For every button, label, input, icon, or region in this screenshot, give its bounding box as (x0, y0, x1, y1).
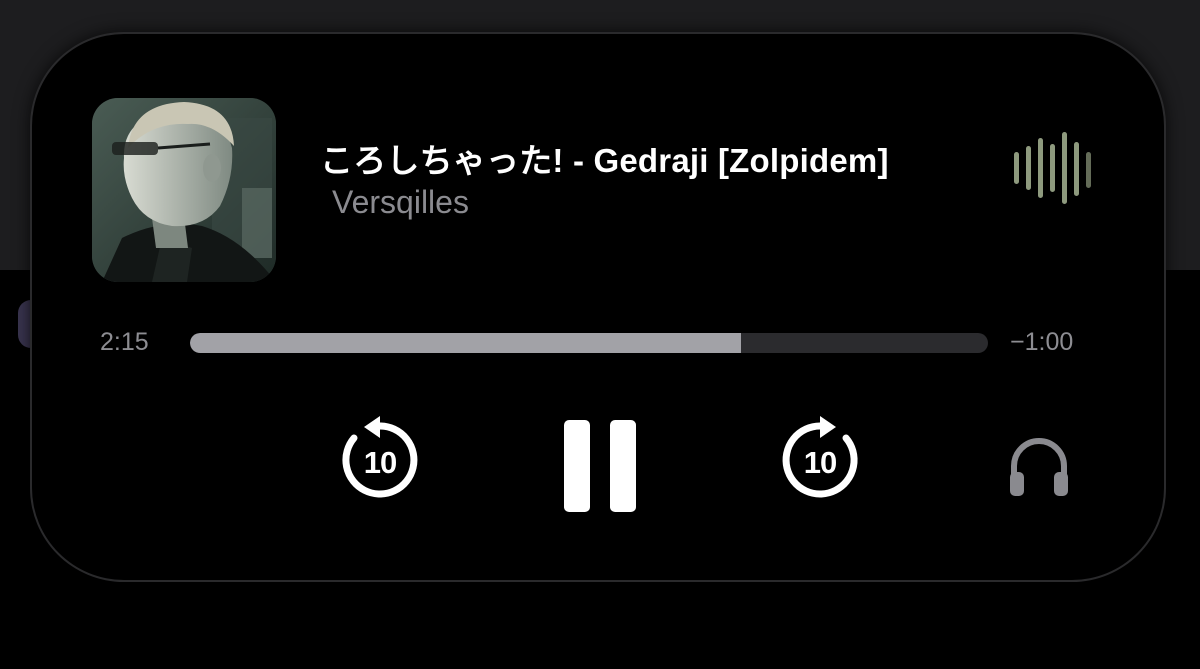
skip-forward-seconds: 10 (803, 445, 837, 480)
skip-forward-10-button[interactable]: 10 (774, 414, 866, 506)
elapsed-time: 2:15 (100, 328, 149, 356)
remaining-time: −1:00 (1010, 328, 1074, 356)
track-title: ころしちゃった! - Gedraji [Zolpidem] (320, 142, 889, 179)
pause-icon (564, 420, 636, 512)
skip-back-seconds: 10 (363, 445, 397, 480)
now-playing-panel: ころしちゃった! - Gedraji [Zolpidem] Versqilles… (32, 34, 1164, 580)
headphones-icon (1010, 438, 1068, 496)
audio-waveform-icon (1014, 130, 1091, 210)
audio-output-button[interactable] (1006, 434, 1072, 500)
artwork-image (92, 98, 276, 282)
pause-button[interactable] (562, 418, 638, 514)
progress-fill (190, 333, 741, 353)
progress-bar[interactable] (190, 333, 988, 353)
album-artwork[interactable] (92, 98, 276, 282)
skip-back-10-button[interactable]: 10 (334, 414, 426, 506)
artist-name[interactable]: Versqilles (332, 184, 469, 221)
